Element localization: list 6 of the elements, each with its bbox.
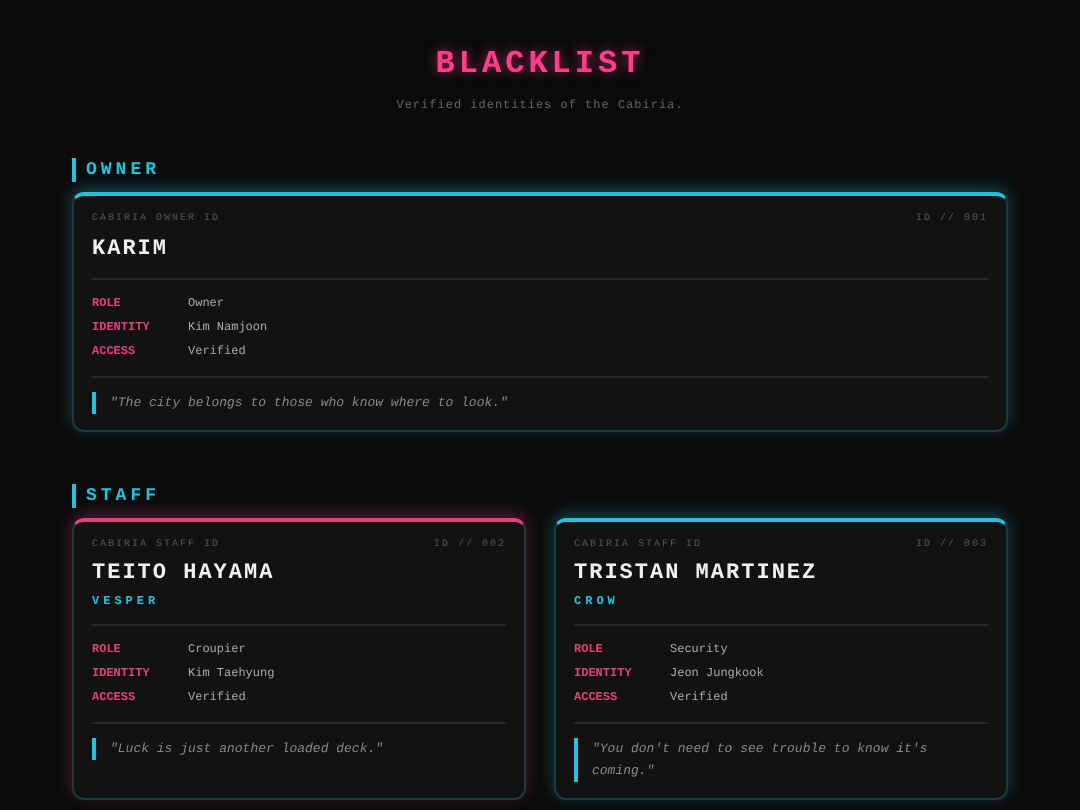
section-heading: OWNER	[72, 158, 1008, 182]
page-title: BLACKLIST	[435, 44, 645, 84]
card-name: TEITO HAYAMA	[92, 564, 277, 586]
section-heading: STAFF	[72, 483, 1008, 507]
card-name: TRISTAN MARTINEZ	[574, 564, 820, 586]
card-name: KARIM	[92, 239, 171, 261]
